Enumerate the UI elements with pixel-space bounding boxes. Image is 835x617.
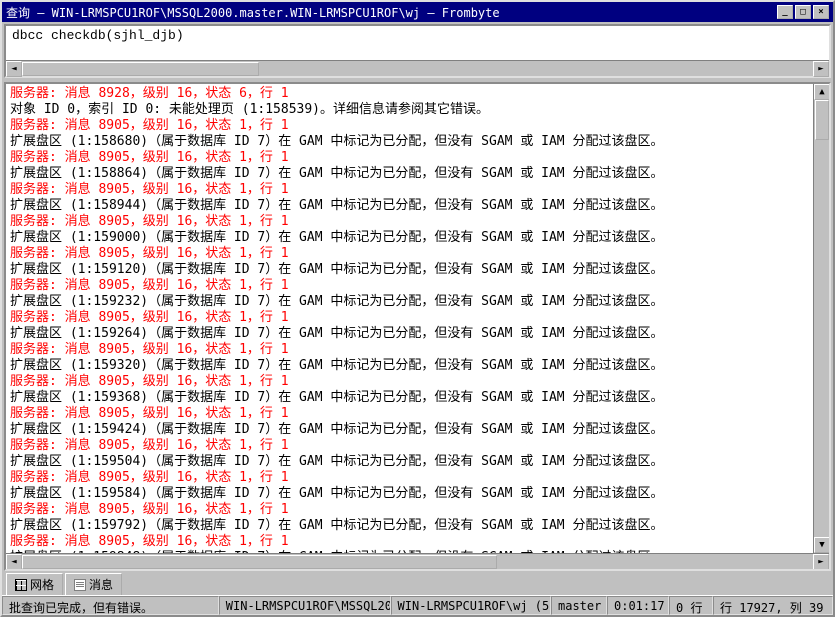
query-window: 查询 — WIN-LRMSPCU1ROF\MSSQL2000.master.WI…: [0, 0, 835, 617]
scroll-down-icon[interactable]: ▼: [814, 537, 830, 553]
titlebar[interactable]: 查询 — WIN-LRMSPCU1ROF\MSSQL2000.master.WI…: [2, 2, 833, 22]
message-line: 对象 ID 0，索引 ID 0: 未能处理页 (1:158539)。详细信息请参…: [10, 102, 825, 118]
status-text: 批查询已完成，但有错误。: [2, 596, 219, 615]
message-line: 扩展盘区 (1:159504)（属于数据库 ID 7）在 GAM 中标记为已分配…: [10, 454, 825, 470]
close-button[interactable]: ×: [813, 5, 829, 19]
window-buttons: _ □ ×: [777, 5, 829, 19]
scroll-up-icon[interactable]: ▲: [814, 84, 830, 100]
status-rows: 0 行: [669, 596, 713, 615]
message-line: 服务器: 消息 8905，级别 16，状态 1，行 1: [10, 246, 825, 262]
messages-output[interactable]: 服务器: 消息 8928，级别 16，状态 6，行 1对象 ID 0，索引 ID…: [6, 84, 829, 553]
scroll-left-icon[interactable]: ◄: [6, 61, 22, 77]
message-line: 服务器: 消息 8928，级别 16，状态 6，行 1: [10, 86, 825, 102]
message-line: 扩展盘区 (1:158944)（属于数据库 ID 7）在 GAM 中标记为已分配…: [10, 198, 825, 214]
message-line: 服务器: 消息 8905，级别 16，状态 1，行 1: [10, 534, 825, 550]
status-user: WIN-LRMSPCU1ROF\wj (52): [391, 596, 551, 615]
results-tabs: 网格 消息: [2, 573, 833, 595]
message-line: 服务器: 消息 8905，级别 16，状态 1，行 1: [10, 278, 825, 294]
tab-grid[interactable]: 网格: [6, 573, 63, 595]
status-db: master: [551, 596, 607, 615]
message-line: 扩展盘区 (1:159232)（属于数据库 ID 7）在 GAM 中标记为已分配…: [10, 294, 825, 310]
message-line: 扩展盘区 (1:159120)（属于数据库 ID 7）在 GAM 中标记为已分配…: [10, 262, 825, 278]
message-line: 扩展盘区 (1:159264)（属于数据库 ID 7）在 GAM 中标记为已分配…: [10, 326, 825, 342]
window-title: 查询 — WIN-LRMSPCU1ROF\MSSQL2000.master.WI…: [6, 4, 500, 21]
message-line: 服务器: 消息 8905，级别 16，状态 1，行 1: [10, 406, 825, 422]
message-line: 服务器: 消息 8905，级别 16，状态 1，行 1: [10, 470, 825, 486]
sql-editor-pane: dbcc checkdb(sjhl_djb) ◄ ►: [4, 24, 831, 78]
scroll-right-icon[interactable]: ►: [813, 61, 829, 77]
message-line: 扩展盘区 (1:158680)（属于数据库 ID 7）在 GAM 中标记为已分配…: [10, 134, 825, 150]
sql-editor[interactable]: dbcc checkdb(sjhl_djb): [6, 26, 829, 60]
message-line: 扩展盘区 (1:159584)（属于数据库 ID 7）在 GAM 中标记为已分配…: [10, 486, 825, 502]
vscroll-thumb[interactable]: [815, 100, 829, 140]
message-line: 服务器: 消息 8905，级别 16，状态 1，行 1: [10, 502, 825, 518]
scroll-track[interactable]: [22, 554, 813, 570]
status-cursor: 行 17927, 列 39: [713, 596, 833, 615]
results-pane: 服务器: 消息 8928，级别 16，状态 6，行 1对象 ID 0，索引 ID…: [4, 82, 831, 571]
message-line: 服务器: 消息 8905，级别 16，状态 1，行 1: [10, 214, 825, 230]
vscroll-track[interactable]: [814, 100, 829, 537]
message-line: 服务器: 消息 8905，级别 16，状态 1，行 1: [10, 342, 825, 358]
message-line: 服务器: 消息 8905，级别 16，状态 1，行 1: [10, 182, 825, 198]
message-line: 服务器: 消息 8905，级别 16，状态 1，行 1: [10, 310, 825, 326]
message-line: 服务器: 消息 8905，级别 16，状态 1，行 1: [10, 374, 825, 390]
scroll-right-icon[interactable]: ►: [813, 554, 829, 570]
message-line: 扩展盘区 (1:159792)（属于数据库 ID 7）在 GAM 中标记为已分配…: [10, 518, 825, 534]
scroll-thumb[interactable]: [22, 555, 497, 569]
tab-messages[interactable]: 消息: [65, 573, 122, 595]
message-line: 扩展盘区 (1:159424)（属于数据库 ID 7）在 GAM 中标记为已分配…: [10, 422, 825, 438]
status-time: 0:01:17: [607, 596, 669, 615]
tab-messages-label: 消息: [89, 576, 113, 593]
statusbar: 批查询已完成，但有错误。 WIN-LRMSPCU1ROF\MSSQL2000 W…: [2, 595, 833, 615]
editor-hscrollbar[interactable]: ◄ ►: [6, 60, 829, 76]
minimize-button[interactable]: _: [777, 5, 793, 19]
messages-icon: [74, 579, 86, 591]
message-line: 扩展盘区 (1:158864)（属于数据库 ID 7）在 GAM 中标记为已分配…: [10, 166, 825, 182]
message-line: 扩展盘区 (1:159000)（属于数据库 ID 7）在 GAM 中标记为已分配…: [10, 230, 825, 246]
status-server: WIN-LRMSPCU1ROF\MSSQL2000: [219, 596, 391, 615]
message-line: 服务器: 消息 8905，级别 16，状态 1，行 1: [10, 150, 825, 166]
scroll-left-icon[interactable]: ◄: [6, 554, 22, 570]
scroll-track[interactable]: [22, 61, 813, 77]
maximize-button[interactable]: □: [795, 5, 811, 19]
scroll-thumb[interactable]: [22, 62, 259, 76]
results-vscrollbar[interactable]: ▲ ▼: [813, 84, 829, 553]
message-line: 扩展盘区 (1:159320)（属于数据库 ID 7）在 GAM 中标记为已分配…: [10, 358, 825, 374]
message-line: 扩展盘区 (1:159368)（属于数据库 ID 7）在 GAM 中标记为已分配…: [10, 390, 825, 406]
message-line: 服务器: 消息 8905，级别 16，状态 1，行 1: [10, 118, 825, 134]
results-hscrollbar[interactable]: ◄ ►: [6, 553, 829, 569]
tab-grid-label: 网格: [30, 576, 54, 593]
message-line: 服务器: 消息 8905，级别 16，状态 1，行 1: [10, 438, 825, 454]
grid-icon: [15, 579, 27, 591]
